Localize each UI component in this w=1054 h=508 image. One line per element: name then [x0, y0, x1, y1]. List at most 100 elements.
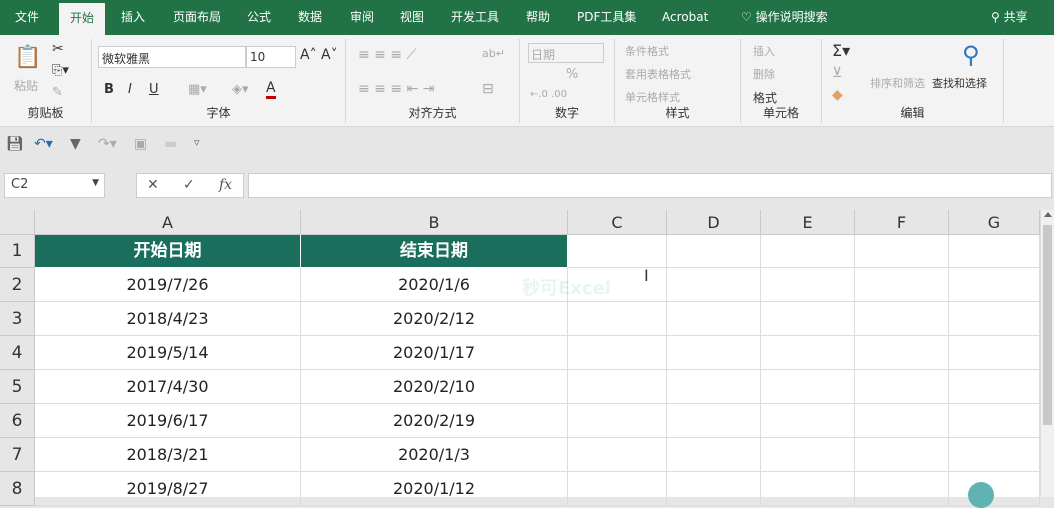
format-painter-icon[interactable]: ✎ [52, 85, 63, 100]
redo-icon[interactable]: ↷▾ [98, 136, 117, 152]
search-icon[interactable]: ⚲ [962, 41, 980, 69]
cell[interactable] [568, 370, 667, 404]
cell[interactable] [568, 438, 667, 472]
cell[interactable] [761, 268, 855, 302]
date-cell[interactable]: 2019/5/14 [35, 336, 301, 370]
print-icon[interactable]: ▬ [164, 136, 177, 152]
cell[interactable] [667, 336, 761, 370]
decimal-icons[interactable]: ←.0 .00 [530, 89, 567, 100]
number-format-select[interactable]: 日期 [528, 43, 604, 63]
insert-cells-button[interactable]: 插入 [753, 43, 775, 59]
cell[interactable] [855, 472, 949, 506]
tab-acrobat[interactable]: Acrobat [651, 0, 719, 35]
cell[interactable] [761, 438, 855, 472]
cell[interactable] [949, 268, 1040, 302]
cell[interactable] [949, 370, 1040, 404]
bold-button[interactable]: B [104, 82, 114, 97]
row-header-4[interactable]: 4 [0, 336, 35, 370]
sort-filter-button[interactable]: 排序和筛选 [870, 75, 925, 91]
column-header-a[interactable]: A [35, 210, 301, 235]
save-icon[interactable]: 💾︎ [6, 136, 24, 152]
cell[interactable] [855, 268, 949, 302]
grow-font-icon[interactable]: A˄ A˅ [300, 47, 338, 63]
align-left-icons[interactable]: ≡ ≡ ≡ ⇤ ⇥ [358, 81, 434, 97]
row-header-3[interactable]: 3 [0, 302, 35, 336]
italic-button[interactable]: I [128, 82, 132, 97]
select-all-button[interactable] [0, 210, 35, 235]
cancel-icon[interactable]: ✕ [147, 177, 159, 193]
undo-icon[interactable]: ↶▾ [34, 136, 53, 152]
date-cell[interactable]: 2020/2/12 [301, 302, 568, 336]
tab-insert[interactable]: 插入 [110, 0, 156, 35]
cell[interactable] [761, 370, 855, 404]
date-cell[interactable]: 2019/8/27 [35, 472, 301, 506]
merge-icon[interactable]: ⊟ [482, 81, 494, 97]
tab-help[interactable]: 帮助 [515, 0, 561, 35]
cell[interactable] [949, 404, 1040, 438]
date-cell[interactable]: 2020/1/17 [301, 336, 568, 370]
share-button[interactable]: ⚲ 共享 [980, 0, 1039, 35]
cell[interactable] [761, 302, 855, 336]
row-header-8[interactable]: 8 [0, 472, 35, 506]
insert-function-icon[interactable]: fx [219, 177, 232, 193]
tab-formulas[interactable]: 公式 [236, 0, 282, 35]
cell[interactable] [568, 336, 667, 370]
row-header-2[interactable]: 2 [0, 268, 35, 302]
cell[interactable] [667, 302, 761, 336]
cell[interactable] [568, 404, 667, 438]
scroll-up-icon[interactable] [1043, 212, 1052, 217]
date-cell[interactable]: 2019/6/17 [35, 404, 301, 438]
tell-me[interactable]: ♡ 操作说明搜索 [730, 0, 839, 35]
header-cell[interactable]: 结束日期 [301, 235, 568, 268]
tab-data[interactable]: 数据 [287, 0, 333, 35]
row-header-7[interactable]: 7 [0, 438, 35, 472]
row-header-1[interactable]: 1 [0, 235, 35, 268]
cell[interactable] [667, 268, 761, 302]
tab-review[interactable]: 审阅 [339, 0, 385, 35]
cell[interactable] [761, 472, 855, 506]
conditional-format-button[interactable]: 条件格式 [625, 43, 669, 59]
copy-icon[interactable]: ⎘▾ [52, 63, 69, 78]
header-cell[interactable]: 开始日期 [35, 235, 301, 268]
cut-icon[interactable]: ✂ [52, 41, 64, 57]
border-icon[interactable]: ▦▾ [188, 82, 207, 97]
date-cell[interactable]: 2020/2/19 [301, 404, 568, 438]
cell[interactable] [568, 235, 667, 268]
cell[interactable] [949, 302, 1040, 336]
cell[interactable] [855, 235, 949, 268]
scroll-thumb[interactable] [1043, 225, 1052, 425]
column-header-g[interactable]: G [949, 210, 1040, 235]
tab-view[interactable]: 视图 [389, 0, 435, 35]
cell[interactable] [761, 404, 855, 438]
align-top-icons[interactable]: ≡ ≡ ≡ ⟋ [358, 47, 416, 63]
font-size-select[interactable]: 10 [246, 46, 296, 68]
tab-developer[interactable]: 开发工具 [440, 0, 510, 35]
cell[interactable] [949, 472, 1040, 506]
column-header-b[interactable]: B [301, 210, 568, 235]
cell[interactable] [667, 438, 761, 472]
cell[interactable] [855, 404, 949, 438]
tab-home[interactable]: 开始 [59, 3, 106, 35]
column-header-f[interactable]: F [855, 210, 949, 235]
tab-page-layout[interactable]: 页面布局 [162, 0, 232, 35]
date-cell[interactable]: 2018/3/21 [35, 438, 301, 472]
cell[interactable] [667, 370, 761, 404]
vertical-scrollbar[interactable] [1040, 210, 1054, 497]
fill-color-icon[interactable]: ◈▾ [232, 82, 249, 97]
tab-file[interactable]: 文件 [4, 0, 50, 35]
wrap-text-icon[interactable]: ab↵ [482, 47, 505, 60]
cell[interactable] [667, 472, 761, 506]
date-cell[interactable]: 2019/7/26 [35, 268, 301, 302]
cell[interactable] [761, 336, 855, 370]
date-cell[interactable]: 2020/2/10 [301, 370, 568, 404]
date-cell[interactable]: 2018/4/23 [35, 302, 301, 336]
form-icon[interactable]: ▣ [134, 136, 147, 152]
delete-cells-button[interactable]: 删除 [753, 66, 775, 82]
cell[interactable] [855, 336, 949, 370]
row-header-5[interactable]: 5 [0, 370, 35, 404]
cell[interactable] [667, 235, 761, 268]
cell[interactable] [949, 438, 1040, 472]
fill-icon[interactable]: ⊻ [832, 65, 842, 81]
date-cell[interactable]: 2020/1/12 [301, 472, 568, 506]
column-header-d[interactable]: D [667, 210, 761, 235]
